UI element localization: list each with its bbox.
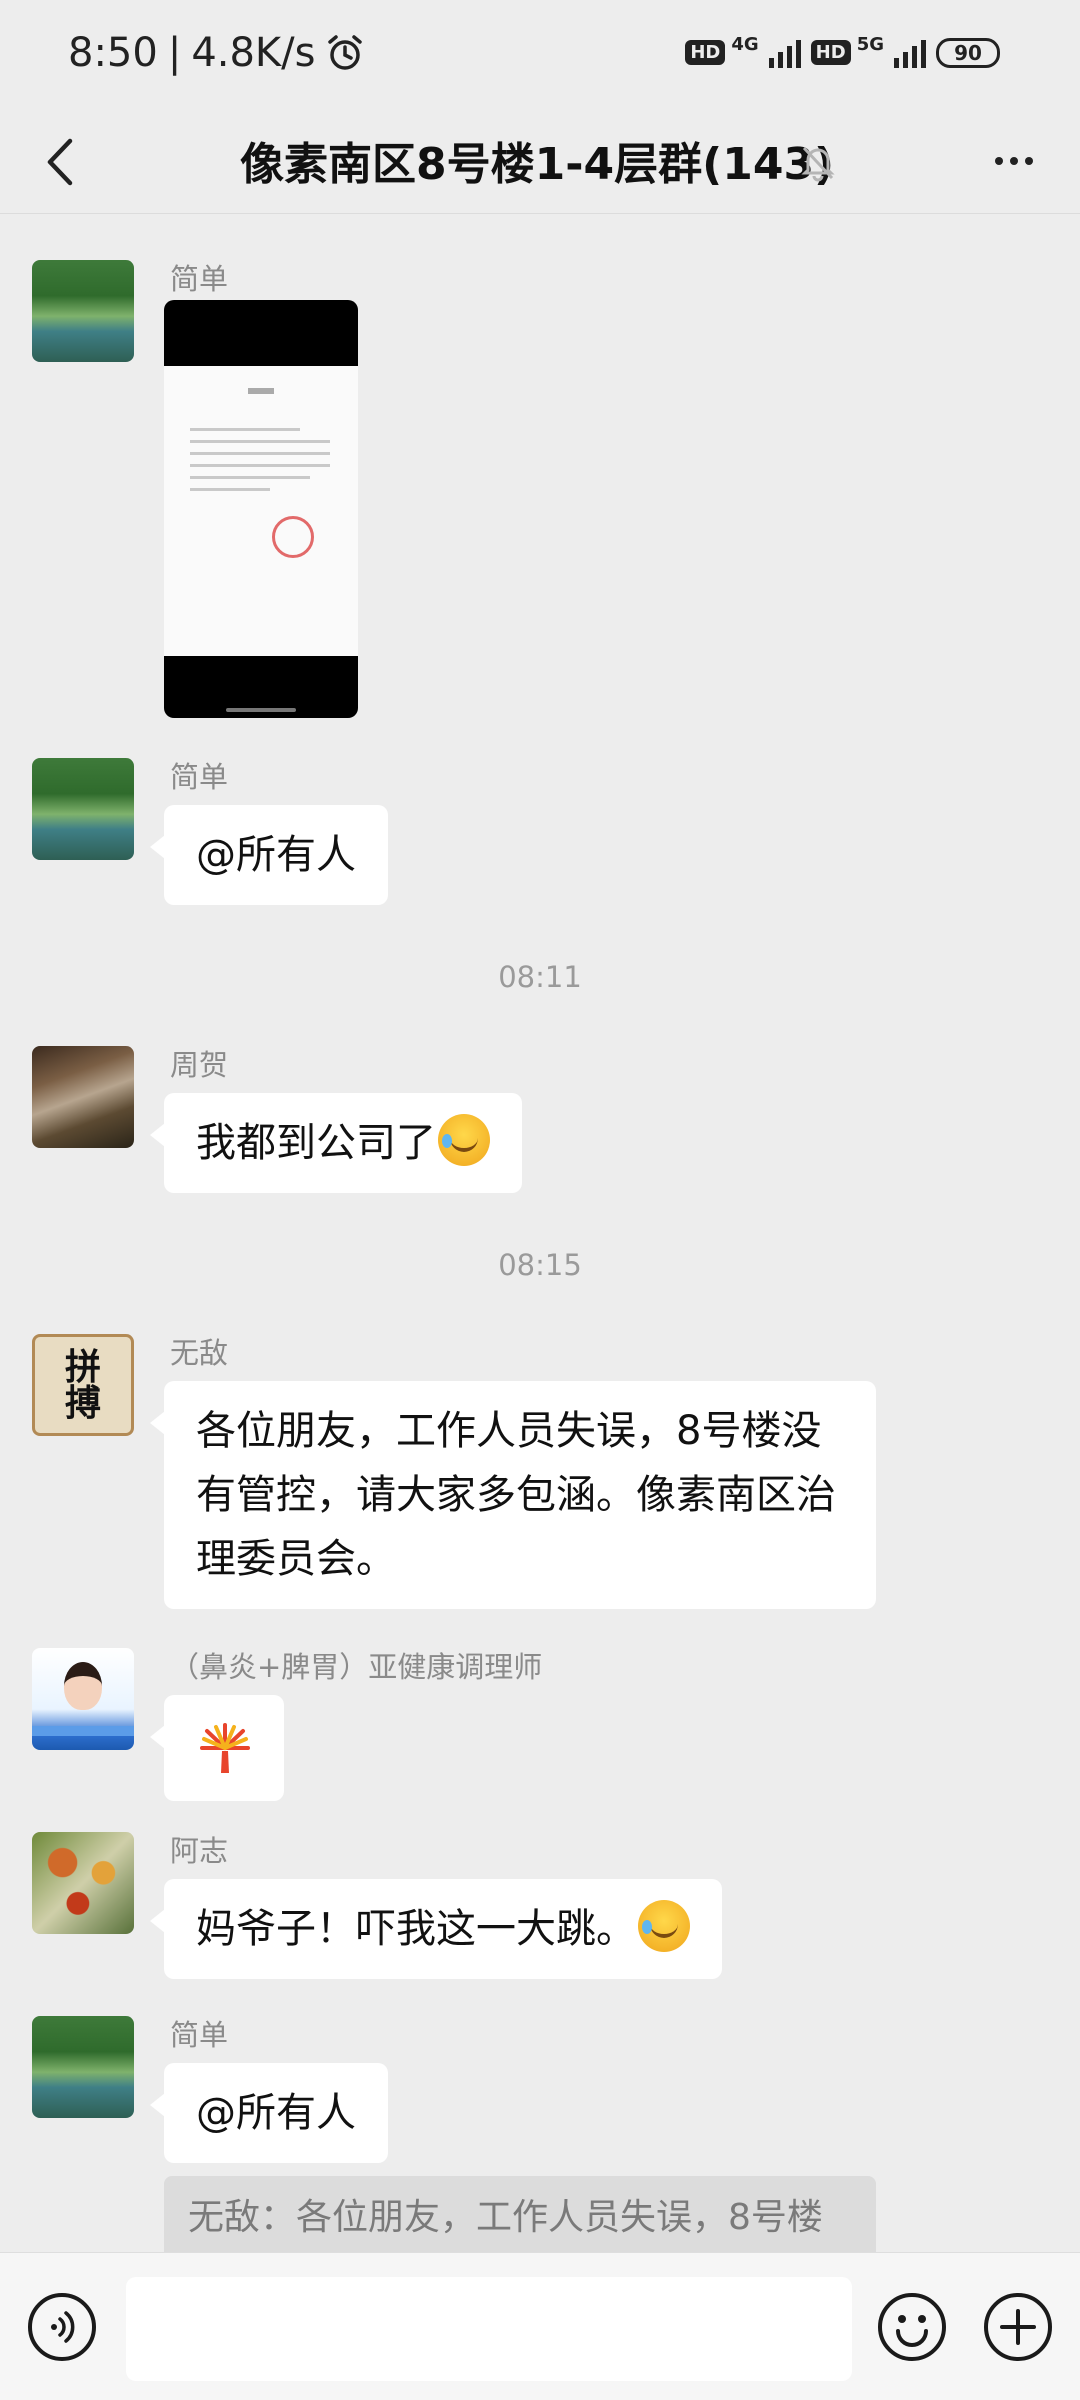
status-left: 8:50 | 4.8K/s xyxy=(68,30,365,76)
message-bubble[interactable]: 我都到公司了 xyxy=(150,1093,522,1193)
network-type-2: 5G xyxy=(856,34,884,55)
plus-icon xyxy=(1000,2309,1036,2345)
back-icon xyxy=(47,138,73,186)
network-type-1: 4G xyxy=(731,34,759,55)
message-text: 各位朋友，工作人员失误，8号楼没有管控，请大家多包涵。像素南区治理委员会。 xyxy=(196,1408,836,1582)
mute-bell-icon xyxy=(801,146,835,182)
timestamp: 08:15 xyxy=(498,1248,582,1282)
message-bubble[interactable]: @所有人 xyxy=(150,805,388,905)
image-message[interactable] xyxy=(164,300,358,718)
avatar[interactable]: 拼 搏 xyxy=(32,1334,134,1436)
more-button[interactable] xyxy=(984,136,1044,186)
avatar-char: 搏 xyxy=(64,1382,101,1424)
sender-name: 简单 xyxy=(170,760,229,794)
message-text: 妈爷子！吓我这一大跳。 xyxy=(196,1906,636,1952)
avatar-char: 拼 xyxy=(64,1346,101,1388)
message-bubble[interactable]: 妈爷子！吓我这一大跳。 xyxy=(150,1879,722,1979)
sticker-bubble[interactable] xyxy=(150,1695,284,1801)
avatar[interactable] xyxy=(32,1832,134,1934)
emoji-button[interactable] xyxy=(878,2293,946,2361)
sender-name: （鼻炎+脾胃）亚健康调理师 xyxy=(170,1650,543,1684)
more-icon-dot xyxy=(995,157,1003,165)
document-thumbnail xyxy=(164,366,358,656)
status-right: HD 4G HD 5G 90 xyxy=(685,34,1000,71)
avatar[interactable] xyxy=(32,260,134,362)
hd-badge-1: HD xyxy=(685,40,726,65)
voice-button[interactable] xyxy=(28,2293,96,2361)
sender-name: 周贺 xyxy=(170,1048,229,1082)
hd-badge-2: HD xyxy=(810,40,851,65)
sender-name: 无敌 xyxy=(170,1336,229,1370)
avatar[interactable] xyxy=(32,2016,134,2118)
more-icon-dot xyxy=(1025,157,1033,165)
red-seal-stamp xyxy=(272,516,314,558)
battery-level: 90 xyxy=(954,40,982,65)
timestamp: 08:11 xyxy=(498,960,582,994)
alarm-icon xyxy=(328,35,363,70)
status-time: 8:50 xyxy=(68,30,158,76)
message-text: @所有人 xyxy=(196,832,356,878)
chat-header: 像素南区8号楼1-4层群(143) xyxy=(0,110,1080,214)
status-bar: 8:50 | 4.8K/s HD 4G HD 5G 90 xyxy=(0,0,1080,110)
sender-name: 简单 xyxy=(170,2018,229,2052)
crying-laughing-emoji xyxy=(638,1900,690,1952)
back-button[interactable] xyxy=(30,132,90,192)
signal-2-icon xyxy=(894,38,926,68)
emoji-icon xyxy=(896,2315,928,2347)
crying-laughing-emoji xyxy=(438,1114,490,1166)
chat-title: 像素南区8号楼1-4层群(143) xyxy=(240,139,835,190)
status-net-speed: 4.8K/s xyxy=(191,30,316,76)
message-text: @所有人 xyxy=(196,2090,356,2136)
avatar[interactable] xyxy=(32,1046,134,1148)
signal-1-icon xyxy=(768,38,801,68)
sender-name: 阿志 xyxy=(170,1834,229,1868)
fireworks-sticker xyxy=(200,1723,250,1773)
message-bubble[interactable]: @所有人 xyxy=(150,2063,388,2163)
sender-name: 简单 xyxy=(170,262,229,296)
voice-icon xyxy=(51,2311,75,2343)
avatar[interactable] xyxy=(32,758,134,860)
message-text: 我都到公司了 xyxy=(196,1120,436,1166)
more-icon-dot xyxy=(1010,157,1018,165)
avatar[interactable] xyxy=(32,1648,134,1750)
message-bubble[interactable]: 各位朋友，工作人员失误，8号楼没有管控，请大家多包涵。像素南区治理委员会。 xyxy=(150,1381,876,1609)
status-separator: | xyxy=(167,30,182,76)
plus-button[interactable] xyxy=(984,2293,1052,2361)
input-bar xyxy=(0,2252,1080,2400)
message-input[interactable] xyxy=(126,2277,852,2381)
battery-icon: 90 xyxy=(936,37,1000,68)
